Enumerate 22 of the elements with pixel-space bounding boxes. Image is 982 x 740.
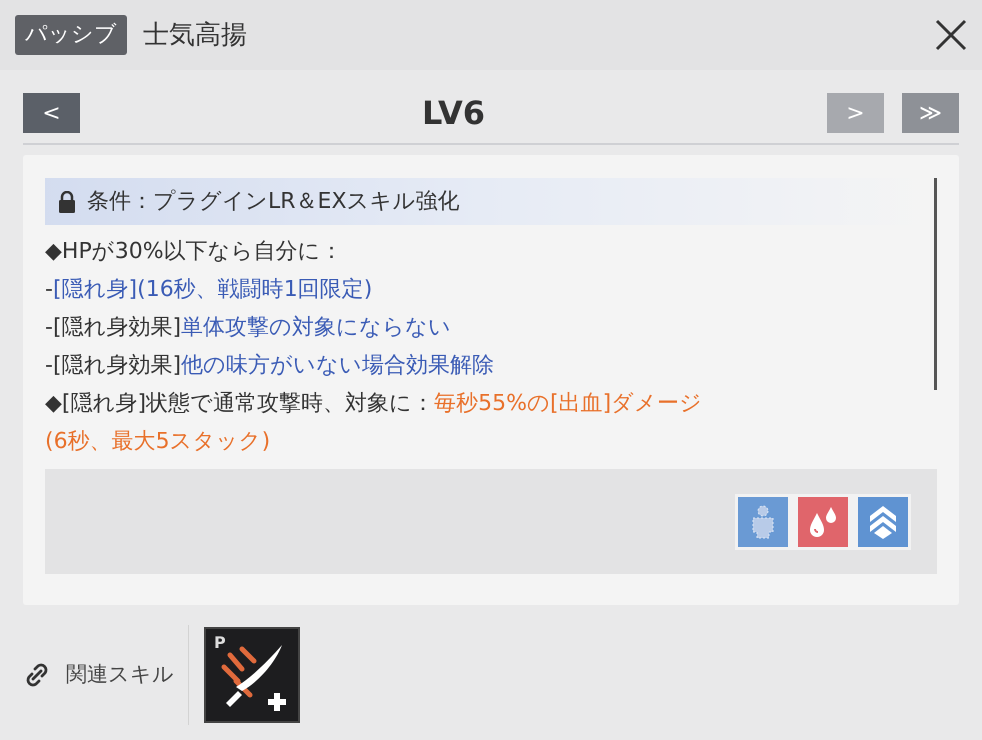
effect-tile[interactable] (798, 496, 848, 546)
related-skills-label: 関連スキル (66, 661, 174, 688)
effect-tile[interactable] (738, 496, 788, 546)
condition-text: 条件：プラグインLR＆EXスキル強化 (87, 188, 460, 216)
description-line: -[隠れ身](16秒、戦闘時1回限定) (45, 276, 372, 304)
scrollbar[interactable] (934, 178, 937, 390)
previous-level-button[interactable]: < (23, 93, 80, 133)
effect-tile[interactable] (858, 496, 908, 546)
skill-title: 士気高揚 (143, 18, 247, 52)
description-line: -[隠れ身効果]単体攻撃の対象にならない (45, 314, 452, 342)
description-line: (6秒、最大5スタック) (45, 428, 270, 456)
skill-tag: P (214, 631, 226, 655)
description-line: -[隠れ身効果]他の味方がいない場合効果解除 (45, 352, 494, 380)
lock-icon (59, 190, 75, 212)
description-line: ◆[隠れ身]状態で通常攻撃時、対象に：毎秒55%の[出血]ダメージ (45, 390, 702, 418)
level-label: LV6 (420, 93, 486, 134)
skill-tile[interactable]: P (204, 627, 300, 723)
droplets-icon (807, 504, 839, 538)
chevrons-up-icon (868, 504, 898, 538)
close-icon[interactable] (935, 19, 967, 51)
description-line: ◆HPが30%以下なら自分に： (45, 238, 343, 266)
skill-type-badge: パッシブ (15, 15, 127, 55)
